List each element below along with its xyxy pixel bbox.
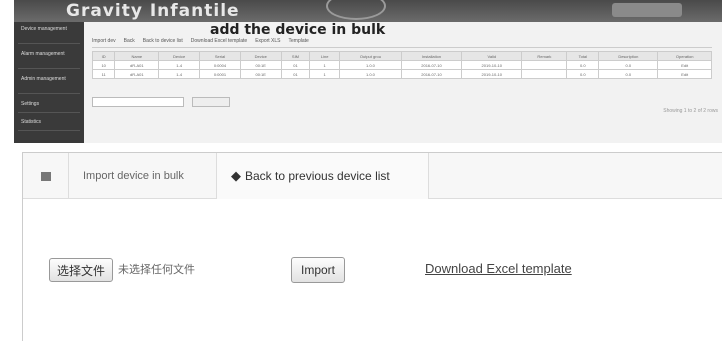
top-tab-strip: Import dev Back Back to device list Downloa…: [92, 38, 712, 48]
top-table-cell: Device: [158, 51, 201, 61]
top-table-cell: 00:1E: [239, 69, 282, 79]
top-tab-item[interactable]: Back to device list: [143, 38, 183, 44]
top-table-row: ID Name Device Serial Device SIM Line Output gr…: [91, 51, 712, 61]
top-table-cell: 0:0001: [199, 69, 241, 79]
top-table-cell: 00:1E: [239, 60, 282, 70]
top-table-cell: 2016-07-10: [400, 69, 463, 79]
no-file-chosen-label: 未选择任何文件: [118, 264, 195, 276]
top-table-cell: Remark: [521, 51, 568, 61]
back-to-device-list-button[interactable]: ◆ Back to previous device list: [217, 153, 429, 199]
top-table-cell: dR-A01: [114, 60, 160, 70]
top-table-row: 10 dR-A01 1-4 0:0004 00:1E 01 1 1.0.0 2016-07-10…: [91, 60, 712, 70]
toolbar: Import device in bulk ◆ Back to previous…: [23, 153, 722, 199]
top-header-bar: Gravity Infantile: [14, 0, 722, 22]
download-excel-template-link[interactable]: Download Excel template: [425, 261, 572, 276]
top-footer-pager: Showing 1 to 2 of 2 rows: [663, 108, 718, 114]
top-table-cell: dR-A01: [114, 69, 160, 79]
top-table-cell: Output grou: [339, 51, 402, 61]
top-table-cell: Description: [598, 51, 659, 61]
top-sidebar-item[interactable]: Settings: [18, 97, 80, 113]
back-arrow-icon: ◆: [231, 168, 241, 183]
top-tab-item[interactable]: Template: [289, 38, 309, 44]
menu-button[interactable]: [23, 153, 69, 199]
background-screenshot: Gravity Infantile Device management Alar…: [14, 0, 722, 143]
top-table-cell: Installation: [400, 51, 463, 61]
top-table-row: 11 dR-A01 1-4 0:0001 00:1E 01 1 1.0.0 2016-07-10…: [91, 69, 712, 79]
import-form: 选择文件 未选择任何文件 Import Download Excel templ…: [23, 199, 722, 341]
top-table-cell: ID: [91, 51, 116, 61]
top-sidebar: Device management Alarm management Admin…: [14, 22, 84, 143]
top-table-cell: Device: [239, 51, 282, 61]
top-table-cell: 1.0.0: [339, 60, 402, 70]
top-table-cell: 2019-10-10: [461, 60, 523, 70]
brand-logo-text: Gravity Infantile: [66, 1, 240, 21]
top-table-cell: 0:0004: [199, 60, 241, 70]
top-table-cell: 1: [309, 69, 341, 79]
top-tab-item[interactable]: Export XLS: [255, 38, 280, 44]
back-label: Back to previous device list: [245, 169, 390, 183]
top-table-cell: Valid: [461, 51, 523, 61]
top-table-cell: 1: [309, 60, 341, 70]
top-table-cell: 0.0: [566, 69, 600, 79]
top-tab-item[interactable]: Back: [124, 38, 135, 44]
top-table-cell: Edit: [657, 69, 712, 79]
top-table-cell: 1-4: [158, 69, 201, 79]
tab-import-label: Import device in bulk: [83, 170, 184, 182]
top-table-cell: Line: [309, 51, 341, 61]
top-table-cell: 1-4: [158, 60, 201, 70]
top-page-title: add the device in bulk: [210, 22, 386, 38]
top-table-cell: 2019-10-10: [461, 69, 523, 79]
top-tab-item[interactable]: Import dev: [92, 38, 116, 44]
top-table-cell: 11: [91, 69, 116, 79]
top-table-cell: Name: [114, 51, 160, 61]
top-tab-item[interactable]: Download Excel template: [191, 38, 247, 44]
top-table-cell: 2016-07-10: [400, 60, 463, 70]
brand-logo-swoosh: [326, 0, 386, 20]
top-device-table: ID Name Device Serial Device SIM Line Output gr…: [91, 51, 712, 79]
top-table-cell: 10: [91, 60, 116, 70]
tab-import-device-in-bulk[interactable]: Import device in bulk: [69, 153, 217, 199]
import-button[interactable]: Import: [291, 257, 345, 283]
top-sidebar-item[interactable]: Device management: [18, 22, 80, 44]
top-table-cell: SIM: [280, 51, 311, 61]
top-footer-button[interactable]: [192, 97, 230, 107]
top-table-cell: 0.0: [566, 60, 600, 70]
top-table-cell: Operation: [657, 51, 712, 61]
top-sidebar-item[interactable]: Alarm management: [18, 47, 80, 69]
top-sidebar-item[interactable]: Statistics: [18, 115, 80, 131]
top-table-cell: [521, 69, 568, 79]
choose-file-button[interactable]: 选择文件: [49, 258, 113, 282]
hamburger-icon: [40, 171, 51, 181]
top-footer-input[interactable]: [92, 97, 184, 107]
top-table-cell: 0.0: [598, 60, 659, 70]
header-right-logo: [612, 3, 682, 17]
top-table-cell: 01: [280, 69, 311, 79]
top-table-cell: 0.0: [598, 69, 659, 79]
top-table-cell: 01: [280, 60, 311, 70]
top-sidebar-item[interactable]: Admin management: [18, 72, 80, 94]
top-table-cell: Edit: [657, 60, 712, 70]
top-table-cell: [521, 60, 568, 70]
top-table-cell: Serial: [199, 51, 241, 61]
top-table-cell: Total: [566, 51, 600, 61]
import-panel: Import device in bulk ◆ Back to previous…: [22, 152, 722, 341]
top-table-cell: 1.0.0: [339, 69, 402, 79]
